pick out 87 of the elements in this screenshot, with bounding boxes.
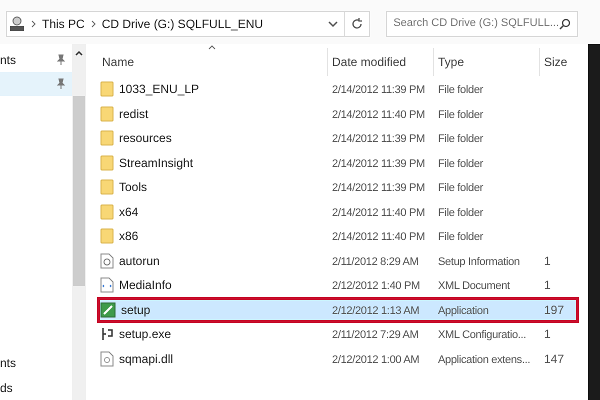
dropdown-icon[interactable] bbox=[328, 20, 338, 28]
folder-icon bbox=[100, 154, 114, 171]
file-name: sqmapi.dll bbox=[119, 350, 174, 368]
pin-icon[interactable] bbox=[56, 78, 66, 90]
file-row[interactable]: autorun 2/11/2012 8:29 AM Setup Information 1 bbox=[98, 248, 578, 273]
library-file-icon bbox=[100, 350, 114, 367]
folder-icon bbox=[100, 228, 114, 244]
breadcrumb[interactable]: CD Drive (G:) SQLFULL_ENU bbox=[102, 14, 264, 32]
date-cell: 2/14/2012 11:39 PM bbox=[332, 158, 425, 170]
column-header[interactable]: Type bbox=[434, 48, 540, 76]
sidebar-item[interactable]: nts bbox=[0, 48, 72, 72]
breadcrumb[interactable]: This PC bbox=[42, 14, 85, 32]
application-icon bbox=[100, 302, 116, 318]
chevron-icon bbox=[90, 20, 96, 28]
type-cell: File folder bbox=[438, 84, 483, 96]
sidebar-item[interactable]: nts bbox=[0, 350, 72, 375]
date-cell: 2/14/2012 11:40 PM bbox=[332, 206, 425, 218]
search-field[interactable]: Search CD Drive (G:) SQLFULL... bbox=[386, 10, 578, 36]
date-cell: 2/14/2012 11:39 PM bbox=[332, 133, 425, 145]
date-cell: 2/14/2012 11:40 PM bbox=[332, 231, 425, 243]
type-cell: File folder bbox=[438, 108, 483, 120]
size-cell: 1 bbox=[544, 254, 551, 268]
file-name: resources bbox=[119, 130, 172, 148]
file-name: autorun bbox=[119, 252, 160, 270]
size-cell: 1 bbox=[544, 278, 551, 292]
date-cell: 2/12/2012 1:40 PM bbox=[332, 280, 420, 292]
type-cell: Application extens... bbox=[438, 354, 530, 366]
date-cell: 2/11/2012 7:29 AM bbox=[332, 329, 418, 341]
file-name: MediaInfo bbox=[119, 277, 172, 294]
type-cell: XML Configuratio... bbox=[438, 329, 526, 341]
date-cell: 2/14/2012 11:40 PM bbox=[332, 108, 425, 120]
date-cell: 2/14/2012 11:39 PM bbox=[332, 182, 425, 194]
type-cell: Setup Information bbox=[438, 256, 520, 268]
pin-icon[interactable] bbox=[56, 54, 66, 66]
file-row[interactable]: resources 2/14/2012 11:39 PM File folder bbox=[98, 126, 578, 150]
file-row[interactable]: 1033_ENU_LP 2/14/2012 11:39 PM File folder bbox=[98, 77, 578, 102]
size-cell: 147 bbox=[544, 352, 564, 366]
file-name: redist bbox=[119, 106, 148, 123]
type-cell: File folder bbox=[438, 206, 483, 218]
folder-icon bbox=[100, 81, 114, 98]
sidebar-item[interactable]: ds bbox=[0, 375, 72, 400]
settings-file-icon bbox=[100, 252, 114, 269]
file-name: x86 bbox=[119, 228, 138, 246]
column-header[interactable]: Name bbox=[98, 48, 328, 76]
file-name: setup bbox=[121, 302, 150, 319]
type-cell: Application bbox=[438, 304, 489, 316]
folder-icon bbox=[100, 130, 114, 146]
folder-icon bbox=[100, 106, 114, 122]
search-icon bbox=[559, 18, 571, 30]
folder-icon bbox=[100, 179, 114, 196]
date-cell: 2/12/2012 1:00 AM bbox=[332, 354, 420, 366]
type-cell: File folder bbox=[438, 158, 483, 170]
size-cell: 1 bbox=[544, 327, 551, 342]
file-name: setup.exe bbox=[119, 326, 172, 344]
folder-icon bbox=[100, 204, 114, 220]
file-name: 1033_ENU_LP bbox=[119, 81, 200, 98]
file-name: StreamInsight bbox=[119, 154, 194, 172]
file-row[interactable]: redist 2/14/2012 11:40 PM File folder bbox=[98, 102, 578, 126]
file-row[interactable]: setup.exe 2/11/2012 7:29 AM XML Configuratio... 1 bbox=[98, 322, 578, 346]
type-cell: File folder bbox=[438, 133, 483, 145]
column-header[interactable]: Size bbox=[540, 48, 588, 76]
type-cell: File folder bbox=[438, 182, 483, 194]
chevron-icon bbox=[31, 20, 36, 28]
scrollbar[interactable] bbox=[72, 44, 86, 400]
date-cell: 2/12/2012 1:13 AM bbox=[332, 304, 420, 316]
config-file-icon bbox=[100, 326, 114, 342]
file-row[interactable]: setup 2/12/2012 1:13 AM Application 197 bbox=[98, 298, 578, 322]
address-bar[interactable]: This PC CD Drive (G:) SQLFULL_ENU bbox=[6, 10, 370, 36]
file-row[interactable]: sqmapi.dll 2/12/2012 1:00 AM Application extens... 147 bbox=[98, 346, 578, 371]
sidebar-item[interactable] bbox=[0, 72, 72, 96]
type-cell: XML Document bbox=[438, 280, 510, 292]
size-cell: 197 bbox=[544, 302, 564, 317]
column-header[interactable]: Date modified bbox=[328, 48, 434, 76]
type-cell: File folder bbox=[438, 231, 483, 243]
scroll-up-icon[interactable] bbox=[75, 50, 83, 56]
file-name: x64 bbox=[119, 204, 138, 221]
file-row[interactable]: Tools 2/14/2012 11:39 PM File folder bbox=[98, 175, 578, 200]
file-row[interactable]: x86 2/14/2012 11:40 PM File folder bbox=[98, 224, 578, 248]
file-row[interactable]: MediaInfo 2/12/2012 1:40 PM XML Document 1 bbox=[98, 273, 578, 298]
file-row[interactable]: StreamInsight 2/14/2012 11:39 PM File folder bbox=[98, 150, 578, 175]
drive-icon bbox=[9, 14, 25, 32]
file-name: Tools bbox=[119, 179, 148, 196]
date-cell: 2/11/2012 8:29 AM bbox=[332, 256, 418, 268]
sort-icon bbox=[208, 45, 216, 50]
file-row[interactable]: x64 2/14/2012 11:40 PM File folder bbox=[98, 200, 578, 224]
document-icon bbox=[100, 277, 114, 294]
date-cell: 2/14/2012 11:39 PM bbox=[332, 84, 425, 96]
